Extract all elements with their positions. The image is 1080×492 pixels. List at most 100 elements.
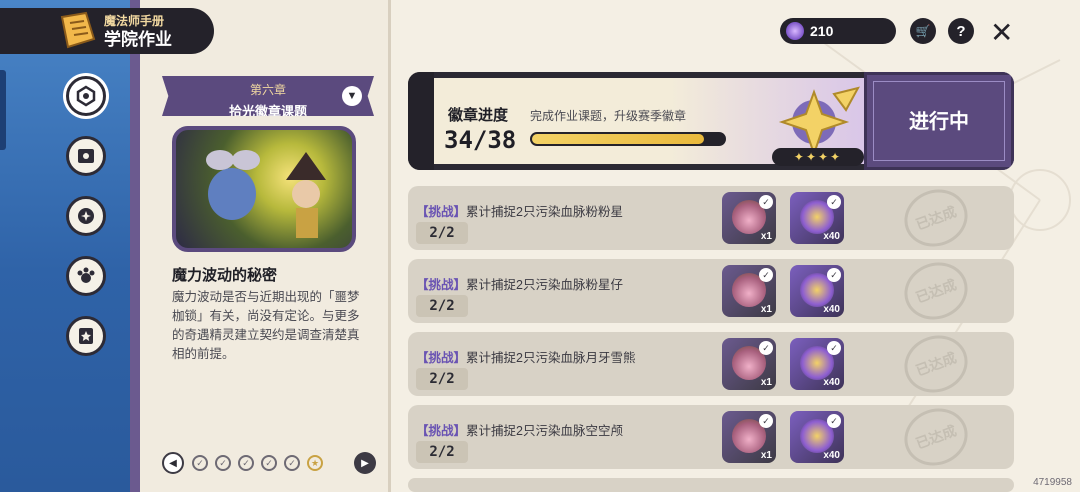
nav-paw-tab[interactable] [66,256,106,296]
badge-stars: ✦✦✦✦ [772,148,864,166]
badge-progress-fill [532,134,704,144]
reward-acorn-item[interactable]: ✓ x1 [722,411,776,463]
nav-badge-tab[interactable] [66,76,106,116]
task-count: 2/2 [416,368,468,390]
badge-status-ticket: 进行中 [864,72,1014,170]
reward-coin-item[interactable]: ✓ x40 [790,338,844,390]
task-title: 【挑战】累计捕捉2只污染血脉粉星仔 [416,274,623,293]
task-tag: 【挑战】 [416,278,467,292]
task-title: 【挑战】累计捕捉2只污染血脉粉粉星 [416,201,623,220]
story-text: 魔力波动是否与近期出现的「噩梦枷锁」有关，尚没有定论。与更多的奇遇精灵建立契约是… [172,290,360,361]
nav-pet-card-tab[interactable] [66,136,106,176]
header-title: 学院作业 [104,29,172,49]
reward-qty: x40 [823,450,840,461]
page-dot-3[interactable]: ✓ [238,455,254,471]
card-rail [408,72,434,170]
reward-coin-item[interactable]: ✓ x40 [790,265,844,317]
reward-acorn-item[interactable]: ✓ x1 [722,192,776,244]
reward-qty: x1 [760,231,772,242]
section-nav [66,76,112,356]
prev-page-button[interactable]: ◀ [162,452,184,474]
task-count: 2/2 [416,295,468,317]
chapter-illustration [172,126,356,252]
status-label: 进行中 [909,111,969,133]
task-count: 2/2 [416,222,468,244]
badge-progress-bar [530,132,726,146]
paw-icon [77,267,95,283]
chevron-down-icon[interactable]: ▼ [342,86,362,106]
story-title: 魔力波动的秘密 [172,267,278,284]
chapter-banner[interactable]: 第六章 拾光徽章课题 ▼ [162,76,374,116]
checkmark-icon: ✓ [827,195,841,209]
magic-orb-icon [78,208,94,224]
pager-dots: ✓ ✓ ✓ ✓ ✓ ★ [192,455,323,471]
task-text: 累计捕捉2只污染血脉粉星仔 [466,278,623,292]
checkmark-icon: ✓ [827,414,841,428]
task-row[interactable]: 【挑战】累计捕捉2只污染血脉粉星仔 2/2 ✓ x1 ✓ x40 已达成 [408,253,1014,329]
task-list: 【挑战】累计捕捉2只污染血脉粉粉星 2/2 ✓ x1 ✓ x40 已达成 【挑战】累… [408,180,1014,492]
reward-acorn-item[interactable]: ✓ x1 [722,338,776,390]
checkmark-icon: ✓ [759,195,773,209]
task-tag: 【挑战】 [416,424,467,438]
task-title: 【挑战】累计捕捉2只污染血脉月牙雪熊 [416,347,635,366]
badge-progress-count: 34/38 [444,126,517,154]
currency-display: 210 [780,18,896,44]
next-page-button[interactable]: ▶ [354,452,376,474]
reward-qty: x1 [760,377,772,388]
checkmark-icon: ✓ [827,268,841,282]
page-dot-star[interactable]: ★ [307,455,323,471]
badge-progress-body: 徽章进度 完成作业课题，升级赛季徽章 34/38 ✦✦✦✦ [434,78,864,166]
task-count: 2/2 [416,441,468,463]
handbook-header: 魔法师手册 学院作业 [0,8,214,54]
help-button[interactable]: ? [948,18,974,44]
completed-stamp: 已达成 [896,253,976,329]
left-edge-tab [0,70,6,150]
reward-qty: x1 [760,450,772,461]
task-row-partial[interactable] [408,478,1014,492]
pet-card-icon [78,149,94,163]
checkmark-icon: ✓ [759,414,773,428]
completed-stamp: 已达成 [896,326,976,402]
task-row[interactable]: 【挑战】累计捕捉2只污染血脉月牙雪熊 2/2 ✓ x1 ✓ x40 已达成 [408,326,1014,402]
cart-icon: 🛒 [915,24,931,38]
reward-qty: x40 [823,231,840,242]
task-row[interactable]: 【挑战】累计捕捉2只污染血脉空空颅 2/2 ✓ x1 ✓ x40 已达成 [408,399,1014,475]
badge-title: 徽章进度 [448,107,509,124]
reward-qty: x1 [760,304,772,315]
checkmark-icon: ✓ [759,341,773,355]
reward-qty: x40 [823,304,840,315]
completed-stamp: 已达成 [896,399,976,475]
completed-stamp: 已达成 [896,180,976,256]
player-uid: 4719958 [1033,477,1072,488]
gem-icon [786,22,804,40]
shop-cart-button[interactable]: 🛒 [910,18,936,44]
nav-magic-orb-tab[interactable] [66,196,106,236]
reward-acorn-item[interactable]: ✓ x1 [722,265,776,317]
reward-coin-item[interactable]: ✓ x40 [790,192,844,244]
page-dot-4[interactable]: ✓ [261,455,277,471]
scroll-logo-icon [56,9,100,53]
task-title: 【挑战】累计捕捉2只污染血脉空空颅 [416,420,623,439]
reward-qty: x40 [823,377,840,388]
help-icon: ? [956,22,966,40]
badge-icon [76,85,96,107]
task-row[interactable]: 【挑战】累计捕捉2只污染血脉粉粉星 2/2 ✓ x1 ✓ x40 已达成 [408,180,1014,256]
checkmark-icon: ✓ [759,268,773,282]
page-dot-1[interactable]: ✓ [192,455,208,471]
task-text: 累计捕捉2只污染血脉空空颅 [466,424,623,438]
task-text: 累计捕捉2只污染血脉月牙雪熊 [466,351,636,365]
task-text: 累计捕捉2只污染血脉粉粉星 [466,205,623,219]
task-tag: 【挑战】 [416,205,467,219]
nav-star-card-tab[interactable] [66,316,106,356]
star-card-icon [79,328,93,344]
currency-value: 210 [810,23,834,39]
checkmark-icon: ✓ [827,341,841,355]
reward-coin-item[interactable]: ✓ x40 [790,411,844,463]
page-dot-5[interactable]: ✓ [284,455,300,471]
page-dot-2[interactable]: ✓ [215,455,231,471]
close-button[interactable]: ✕ [990,16,1013,49]
badge-subtitle: 完成作业课题，升级赛季徽章 [530,109,687,123]
header-subtitle: 魔法师手册 [104,13,165,28]
chapter-pager: ◀ ✓ ✓ ✓ ✓ ✓ ★ ▶ [162,452,376,474]
task-tag: 【挑战】 [416,351,467,365]
